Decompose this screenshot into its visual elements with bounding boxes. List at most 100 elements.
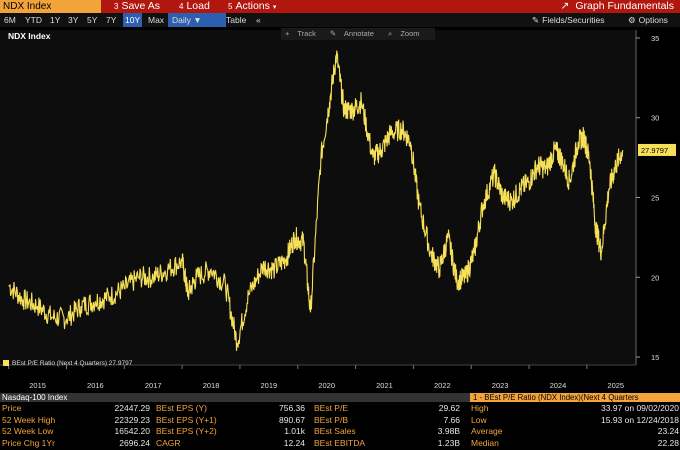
- track-icon: +: [285, 29, 290, 38]
- dropdown-icon: ▾: [272, 4, 277, 11]
- track-label: Track: [297, 29, 316, 38]
- x-tick-label: 2022: [434, 381, 451, 390]
- range-max[interactable]: Max: [148, 13, 164, 27]
- last-value-label: 27.9797: [641, 146, 668, 155]
- chart-legend: BEst P/E Ratio (Next 4 Quarters) 27.9797: [3, 360, 132, 367]
- field-value: 756.36: [279, 403, 305, 413]
- x-tick-label: 2018: [203, 381, 220, 390]
- field-label: 52 Week High: [2, 414, 56, 425]
- actions-label: Actions: [235, 0, 270, 12]
- y-tick-label: 25: [651, 194, 659, 203]
- field-value: 22447.29: [114, 403, 150, 413]
- edit-icon: ✎: [532, 15, 540, 25]
- zoom-button[interactable]: ⌕ Zoom: [388, 29, 425, 38]
- dropdown-icon: ▼: [193, 15, 202, 25]
- field-label: BEst P/E: [314, 403, 349, 413]
- range-5y[interactable]: 5Y: [87, 13, 97, 27]
- footer-row: 52 Week Low 16542.20 BEst EPS (Y+2) 1.01k BE…: [0, 426, 680, 437]
- x-tick-label: 2020: [318, 381, 335, 390]
- top-bar: NDX Index 3 Save As 4 Load 5 Actions ▾ ↗ Grap…: [0, 0, 680, 13]
- field-label: BEst EPS (Y): [156, 403, 208, 413]
- x-tick-label: 2024: [550, 381, 567, 390]
- footer-row: 52 Week High 22329.23 BEst EPS (Y+1) 890.67…: [0, 415, 680, 426]
- actions-icon: 5: [228, 2, 233, 11]
- field-label: Median: [471, 437, 499, 448]
- field-label: Price Chg 1Yr: [2, 437, 55, 448]
- graph-fundamentals-label: Graph Fundamentals: [575, 0, 674, 12]
- chart-title: NDX Index: [8, 31, 51, 41]
- x-tick-label: 2025: [607, 381, 624, 390]
- footer-row: Price Chg 1Yr 2696.24 CAGR 12.24 BEst EBITDA…: [0, 438, 680, 449]
- ticker-field[interactable]: NDX Index: [0, 0, 101, 13]
- options-button[interactable]: ⚙ Options: [628, 13, 668, 27]
- collapse-button[interactable]: «: [256, 13, 261, 27]
- load-button[interactable]: 4 Load: [179, 0, 210, 13]
- annotate-icon: ✎: [329, 29, 337, 38]
- load-label: Load: [186, 0, 210, 12]
- frequency-select[interactable]: Daily ▼: [168, 13, 226, 27]
- field-label: 52 Week Low: [2, 426, 54, 436]
- range-3y[interactable]: 3Y: [68, 13, 78, 27]
- x-tick-label: 2023: [492, 381, 509, 390]
- y-tick-label: 20: [651, 273, 659, 282]
- field-label: BEst P/B: [314, 414, 349, 425]
- field-value: 22.28: [657, 437, 679, 448]
- external-link-icon: ↗: [560, 0, 570, 12]
- field-value: 16542.20: [114, 426, 150, 436]
- range-6m[interactable]: 6M: [4, 13, 16, 27]
- x-tick-label: 2016: [87, 381, 104, 390]
- fundamentals-footer: Nasdaq-100 Index 1 - BEst P/E Ratio (NDX…: [0, 393, 680, 450]
- series-selector[interactable]: 1 - BEst P/E Ratio (NDX Index)(Next 4 Qu…: [470, 393, 680, 402]
- field-value: 1.23B: [437, 437, 460, 448]
- field-value: 2696.24: [119, 437, 150, 448]
- chart-tools: + Track ✎ Annotate ⌕ Zoom: [281, 28, 436, 40]
- field-label: BEst Sales: [314, 426, 356, 436]
- footer-row: Price 22447.29 BEst EPS (Y) 756.36 BEst P/E 2…: [0, 403, 680, 414]
- field-label: Low: [471, 414, 487, 425]
- field-label: BEst EPS (Y+2): [156, 426, 217, 436]
- frequency-label: Daily: [172, 15, 191, 25]
- field-label: High: [471, 403, 489, 413]
- field-value: 1.01k: [284, 426, 305, 436]
- y-tick-label: 35: [651, 34, 659, 43]
- save-as-label: Save As: [121, 0, 160, 12]
- footer-header: Nasdaq-100 Index 1 - BEst P/E Ratio (NDX…: [0, 393, 680, 402]
- field-label: BEst EPS (Y+1): [156, 414, 217, 425]
- field-value: 29.62: [438, 403, 460, 413]
- y-tick-label: 30: [651, 114, 659, 123]
- legend-swatch: [3, 360, 9, 367]
- range-ytd[interactable]: YTD: [25, 13, 42, 27]
- range-toolbar: 6M YTD 1Y 3Y 5Y 7Y 10Y Max Daily ▼ Table…: [0, 13, 680, 27]
- field-value: 15.93 on 12/24/2018: [601, 414, 679, 425]
- field-value: 22329.23: [114, 414, 150, 425]
- load-icon: 4: [179, 2, 184, 11]
- legend-label: BEst P/E Ratio (Next 4 Quarters) 27.9797: [12, 360, 133, 367]
- field-value: 3.98B: [437, 426, 460, 436]
- field-value: 23.24: [657, 426, 679, 436]
- pe-ratio-chart[interactable]: 15202530352015 2016 2017 2018 2019 2020 2021 20…: [0, 27, 680, 393]
- save-as-button[interactable]: 3 Save As: [114, 0, 160, 13]
- y-tick-label: 15: [651, 353, 659, 362]
- fields-securities-button[interactable]: ✎ Fields/Securities: [532, 13, 604, 27]
- range-7y[interactable]: 7Y: [106, 13, 116, 27]
- fields-label: Fields/Securities: [542, 15, 605, 25]
- field-label: Price: [2, 403, 22, 413]
- field-label: CAGR: [156, 437, 181, 448]
- range-1y[interactable]: 1Y: [50, 13, 60, 27]
- track-button[interactable]: + Track: [285, 29, 322, 38]
- security-name: Nasdaq-100 Index: [2, 393, 68, 402]
- zoom-icon: ⌕: [388, 29, 393, 38]
- table-button[interactable]: Table: [226, 13, 246, 27]
- x-tick-label: 2019: [261, 381, 278, 390]
- field-value: 890.67: [279, 414, 305, 425]
- field-value: 7.66: [443, 414, 460, 425]
- annotate-label: Annotate: [343, 29, 374, 38]
- range-10y[interactable]: 10Y: [123, 13, 143, 27]
- graph-fundamentals-button[interactable]: ↗ Graph Fundamentals: [561, 0, 674, 13]
- zoom-label: Zoom: [400, 29, 420, 38]
- options-label: Options: [638, 15, 668, 25]
- annotate-button[interactable]: ✎ Annotate: [330, 29, 380, 38]
- field-value: 33.97 on 09/02/2020: [601, 403, 679, 413]
- x-tick-label: 2017: [145, 381, 162, 390]
- actions-button[interactable]: 5 Actions ▾: [228, 0, 276, 13]
